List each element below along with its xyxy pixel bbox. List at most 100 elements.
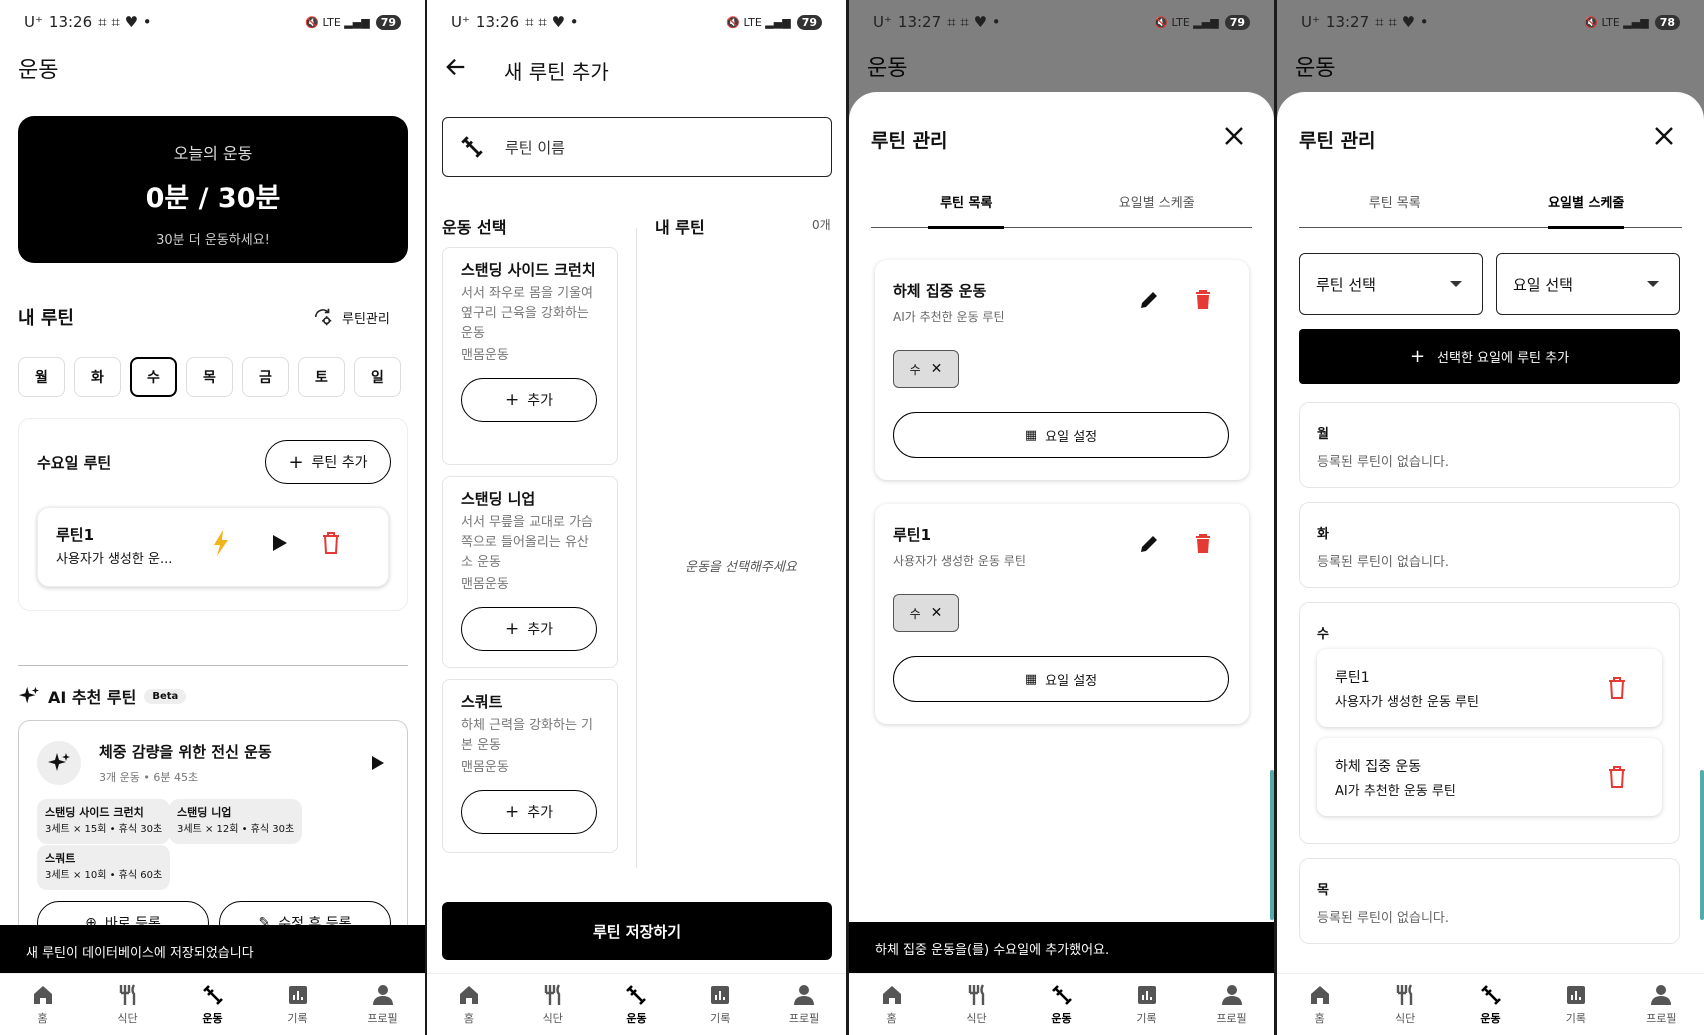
nav-label: 식단 [117, 1012, 138, 1025]
tab-day-schedule[interactable]: 요일별 스케줄 [1491, 188, 1683, 227]
nav-record[interactable]: 기록 [255, 974, 340, 1035]
close-icon[interactable] [1224, 126, 1244, 146]
screen-routine-manage-list: 운동 U⁺ 13:27 ⌗ ⌗ ♥ • 🔇 LTE ▂▄▆ 79 루틴 관리 루틴 목… [849, 0, 1274, 1035]
day-select-dropdown[interactable]: 요일 선택 [1496, 253, 1680, 315]
nav-label: 홈 [37, 1012, 48, 1025]
routine-desc: 사용자가 생성한 운동 루틴 [893, 554, 1026, 568]
set-day-label: 요일 설정 [1045, 673, 1098, 689]
day-chip[interactable]: 수 ✕ [893, 350, 959, 388]
scrollbar[interactable] [1700, 770, 1704, 920]
add-label: 추가 [527, 622, 553, 638]
clock: 13:26 [48, 13, 93, 31]
manage-gear-icon [314, 308, 332, 326]
day-tue[interactable]: 화 [74, 357, 121, 397]
lightning-icon[interactable] [212, 530, 230, 556]
day-fri[interactable]: 금 [242, 357, 289, 397]
nav-home[interactable]: 홈 [427, 974, 511, 1035]
empty-message: 등록된 루틴이 없습니다. [1317, 911, 1449, 926]
chip-name: 스탠딩 니업 [177, 806, 232, 819]
nav-workout[interactable]: 운동 [1448, 974, 1533, 1035]
play-icon[interactable] [371, 755, 385, 771]
set-day-button[interactable]: ▦ 요일 설정 [893, 412, 1229, 458]
add-exercise-button[interactable]: + 추가 [461, 607, 597, 651]
sparkle-icon [48, 753, 70, 771]
person-icon [1221, 985, 1242, 1005]
nav-label: 운동 [1480, 1012, 1501, 1025]
delete-icon[interactable] [1608, 766, 1626, 788]
routine-select-dropdown[interactable]: 루틴 선택 [1299, 253, 1483, 315]
tab-day-schedule[interactable]: 요일별 스케줄 [1062, 188, 1253, 227]
day-sat[interactable]: 토 [298, 357, 345, 397]
nav-workout[interactable]: 운동 [595, 974, 679, 1035]
tab-routine-list[interactable]: 루틴 목록 [1299, 188, 1491, 227]
status-icons: ⌗ ⌗ ♥ • [525, 13, 579, 31]
nav-record[interactable]: 기록 [678, 974, 762, 1035]
ai-avatar [37, 741, 81, 785]
chip-detail: 3세트 × 10회 • 휴식 60초 [45, 870, 163, 881]
bottom-nav: 홈 식단 운동 기록 프로필 [1277, 973, 1704, 1035]
close-icon[interactable]: ✕ [931, 605, 943, 621]
nav-profile[interactable]: 프로필 [762, 974, 846, 1035]
back-arrow-icon[interactable] [445, 56, 467, 78]
play-icon[interactable] [272, 534, 288, 552]
routine-desc: 사용자가 생성한 운동 루틴 [1335, 695, 1479, 710]
clock: 13:26 [475, 13, 520, 31]
routine-item[interactable]: 루틴1 사용자가 생성한 운... [37, 507, 389, 587]
clock: 13:27 [897, 13, 942, 31]
scrollbar[interactable] [1270, 770, 1274, 920]
nav-profile[interactable]: 프로필 [1619, 974, 1704, 1035]
nav-workout[interactable]: 운동 [170, 974, 255, 1035]
add-exercise-button[interactable]: + 추가 [461, 790, 597, 834]
edit-pencil-icon[interactable] [1139, 290, 1159, 310]
delete-icon[interactable] [322, 532, 340, 554]
close-icon[interactable] [1654, 126, 1674, 146]
nav-diet[interactable]: 식단 [934, 974, 1019, 1035]
nav-diet[interactable]: 식단 [1362, 974, 1447, 1035]
routine-manage-button[interactable]: 루틴관리 [312, 306, 390, 328]
day-chip[interactable]: 수 ✕ [893, 594, 959, 632]
day-sun[interactable]: 일 [354, 357, 401, 397]
delete-icon[interactable] [1608, 677, 1626, 699]
day-chip-label: 수 [909, 606, 921, 621]
chart-icon [1566, 986, 1585, 1004]
section-divider [18, 665, 408, 666]
nav-home[interactable]: 홈 [1277, 974, 1362, 1035]
close-icon[interactable]: ✕ [931, 361, 943, 377]
add-routine-button[interactable]: + 루틴 추가 [265, 440, 391, 484]
nav-profile[interactable]: 프로필 [1189, 974, 1274, 1035]
bottom-nav: 홈 식단 운동 기록 프로필 [427, 973, 846, 1035]
routine-desc: AI가 추천한 운동 루틴 [893, 310, 1005, 324]
nav-record[interactable]: 기록 [1104, 974, 1189, 1035]
chip-detail: 3세트 × 15회 • 휴식 30초 [45, 824, 163, 835]
edit-pencil-icon[interactable] [1139, 534, 1159, 554]
nav-diet[interactable]: 식단 [511, 974, 595, 1035]
nav-home[interactable]: 홈 [849, 974, 934, 1035]
home-icon [33, 986, 52, 1004]
today-value: 0분 / 30분 [145, 183, 281, 214]
routine-name: 하체 집중 운동 [1335, 759, 1422, 775]
add-exercise-button[interactable]: + 추가 [461, 378, 597, 422]
fork-knife-icon [968, 984, 984, 1005]
day-mon[interactable]: 월 [18, 357, 65, 397]
save-routine-button[interactable]: 루틴 저장하기 [442, 902, 832, 960]
day-wed[interactable]: 수 [130, 357, 177, 397]
tab-routine-list[interactable]: 루틴 목록 [871, 188, 1062, 227]
nav-home[interactable]: 홈 [0, 974, 85, 1035]
set-day-button[interactable]: ▦ 요일 설정 [893, 656, 1229, 702]
nav-label: 운동 [202, 1012, 223, 1025]
delete-icon[interactable] [1195, 534, 1211, 554]
day-thu[interactable]: 목 [186, 357, 233, 397]
nav-label: 식단 [542, 1012, 563, 1025]
screen-routine-manage-schedule: 운동 U⁺ 13:27 ⌗ ⌗ ♥ • 🔇 LTE ▂▄▆ 78 루틴 관리 루틴 목… [1277, 0, 1704, 1035]
nav-workout[interactable]: 운동 [1019, 974, 1104, 1035]
routine-name-input[interactable]: 루틴 이름 [442, 117, 832, 177]
add-routine-to-day-button[interactable]: + 선택한 요일에 루틴 추가 [1299, 329, 1680, 384]
signal-icon: 🔇 LTE ▂▄▆ [726, 15, 791, 29]
delete-icon[interactable] [1195, 290, 1211, 310]
nav-diet[interactable]: 식단 [85, 974, 170, 1035]
nav-profile[interactable]: 프로필 [340, 974, 425, 1035]
nav-label: 기록 [1565, 1012, 1587, 1025]
nav-record[interactable]: 기록 [1533, 974, 1618, 1035]
day-schedule-wed: 수 루틴1 사용자가 생성한 운동 루틴 하체 집중 운동 AI가 추천한 운동… [1299, 602, 1680, 844]
routine-manage-sheet: 루틴 관리 루틴 목록 요일별 스케줄 하체 집중 운동 AI가 추천한 운동 … [849, 92, 1274, 1035]
